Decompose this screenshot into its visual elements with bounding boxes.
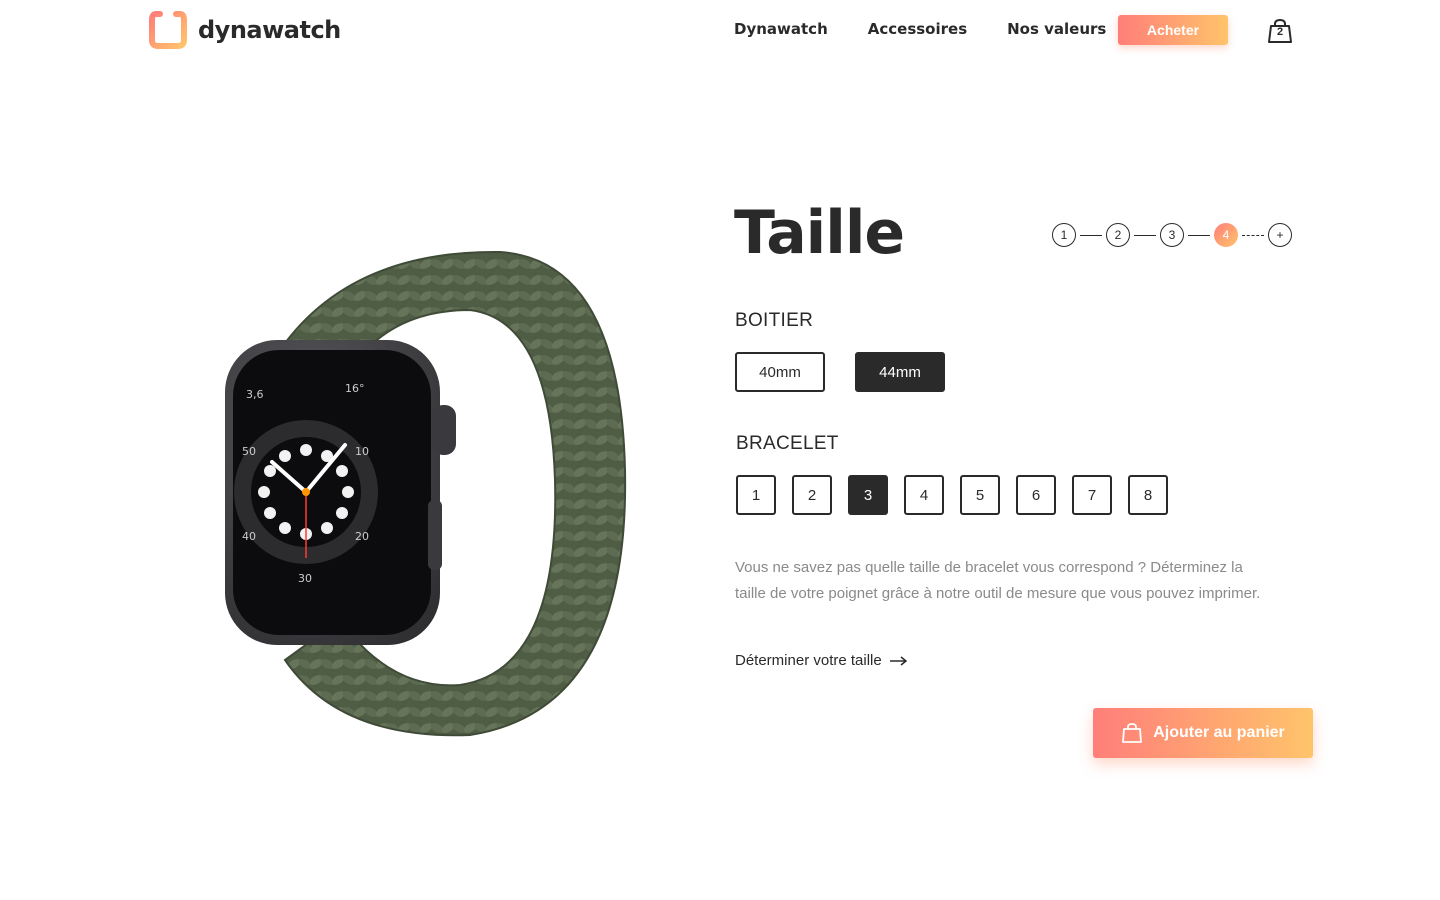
svg-text:30: 30 bbox=[298, 572, 312, 585]
brand-name: dynawatch bbox=[198, 16, 341, 44]
page-title: Taille bbox=[734, 198, 905, 268]
case-size-44mm[interactable]: 44mm bbox=[855, 352, 945, 392]
logo-icon bbox=[149, 11, 187, 49]
step-connector bbox=[1188, 234, 1210, 236]
case-size-40mm[interactable]: 40mm bbox=[735, 352, 825, 392]
band-size-options: 1 2 3 4 5 6 7 8 bbox=[736, 475, 1184, 515]
band-size-7[interactable]: 7 bbox=[1072, 475, 1112, 515]
step-connector-dashed bbox=[1242, 234, 1264, 236]
step-connector bbox=[1134, 234, 1156, 236]
svg-text:50: 50 bbox=[242, 445, 256, 458]
nav-link-accessoires[interactable]: Accessoires bbox=[868, 20, 967, 38]
size-help-text: Vous ne savez pas quelle taille de brace… bbox=[735, 559, 1261, 602]
arrow-right-icon bbox=[889, 655, 907, 666]
add-to-cart-button[interactable]: Ajouter au panier bbox=[1093, 708, 1313, 758]
brand-logo[interactable]: dynawatch bbox=[148, 10, 341, 50]
step-3[interactable]: 3 bbox=[1160, 223, 1184, 247]
measure-size-link-label: Déterminer votre taille bbox=[735, 652, 882, 669]
cart-count: 2 bbox=[1276, 26, 1284, 38]
step-connector bbox=[1080, 234, 1102, 236]
band-size-2[interactable]: 2 bbox=[792, 475, 832, 515]
band-size-6[interactable]: 6 bbox=[1016, 475, 1056, 515]
band-size-4[interactable]: 4 bbox=[904, 475, 944, 515]
main-nav: Dynawatch Accessoires Nos valeurs bbox=[734, 20, 1146, 38]
band-size-8[interactable]: 8 bbox=[1128, 475, 1168, 515]
band-size-3[interactable]: 3 bbox=[848, 475, 888, 515]
svg-text:3,6: 3,6 bbox=[246, 388, 264, 401]
band-size-1[interactable]: 1 bbox=[736, 475, 776, 515]
nav-link-nos-valeurs[interactable]: Nos valeurs bbox=[1007, 20, 1106, 38]
case-section-label: BOITIER bbox=[735, 310, 814, 331]
svg-text:10: 10 bbox=[355, 445, 369, 458]
measure-size-link[interactable]: Déterminer votre taille bbox=[735, 652, 908, 669]
step-more[interactable]: + bbox=[1268, 223, 1292, 247]
shopping-bag-icon bbox=[1122, 723, 1143, 743]
step-1[interactable]: 1 bbox=[1052, 223, 1076, 247]
step-indicator: 1 2 3 4 + bbox=[1052, 223, 1292, 247]
svg-text:40: 40 bbox=[242, 530, 256, 543]
product-image: 3,6 16° 50 10 40 20 30 bbox=[225, 250, 627, 737]
band-size-5[interactable]: 5 bbox=[960, 475, 1000, 515]
svg-text:16°: 16° bbox=[345, 382, 365, 395]
cart-button[interactable]: 2 bbox=[1266, 17, 1294, 45]
step-2[interactable]: 2 bbox=[1106, 223, 1130, 247]
nav-link-dynawatch[interactable]: Dynawatch bbox=[734, 20, 828, 38]
add-to-cart-label: Ajouter au panier bbox=[1153, 724, 1285, 741]
step-4-active[interactable]: 4 bbox=[1214, 223, 1238, 247]
buy-button[interactable]: Acheter bbox=[1118, 15, 1228, 45]
band-section-label: BRACELET bbox=[736, 433, 839, 454]
svg-text:20: 20 bbox=[355, 530, 369, 543]
